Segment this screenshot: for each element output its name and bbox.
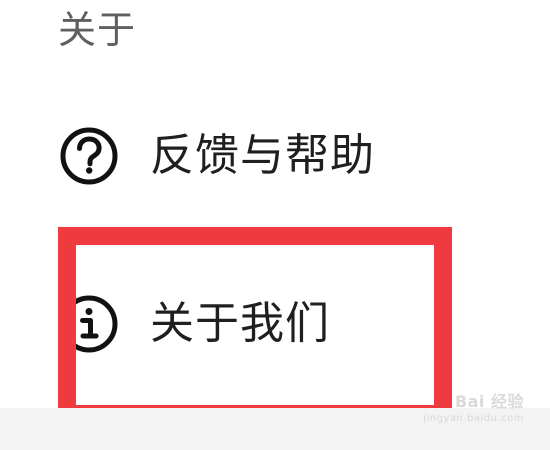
- feedback-help-label: 反馈与帮助: [150, 130, 375, 181]
- about-us-label: 关于我们: [150, 298, 330, 349]
- info-circle-icon: [58, 293, 120, 355]
- bottom-strip: [0, 408, 550, 450]
- section-title: 关于: [58, 8, 137, 52]
- about-us-item[interactable]: 关于我们: [58, 279, 458, 369]
- feedback-help-item[interactable]: 反馈与帮助: [58, 111, 458, 201]
- question-circle-icon: [58, 125, 120, 187]
- about-settings-screen: 关于 反馈与帮助 关于我们 Bai 经验 jingyan.baidu.com: [0, 0, 550, 450]
